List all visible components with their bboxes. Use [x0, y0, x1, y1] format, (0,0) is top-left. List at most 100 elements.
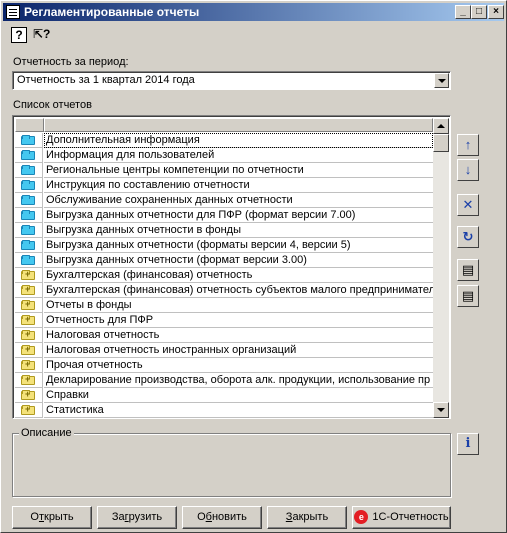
list-item[interactable]: Дополнительная информация — [15, 133, 433, 148]
row-icon-cell — [15, 283, 43, 298]
chevron-down-icon[interactable] — [434, 73, 449, 88]
list-item[interactable]: Налоговая отчетность иностранных организ… — [15, 343, 433, 358]
name-column-header[interactable] — [44, 118, 433, 132]
description-group: Описание — [12, 427, 451, 497]
list-item-label: Декларирование производства, оборота алк… — [44, 373, 433, 388]
list-item[interactable]: Выгрузка данных отчетности для ПФР (форм… — [15, 208, 433, 223]
row-icon-cell — [15, 343, 43, 358]
restore-button-2[interactable]: ▤ — [457, 285, 479, 307]
list-item-label: Отчеты в фонды — [44, 298, 433, 313]
delete-button[interactable]: ✕ — [457, 194, 479, 216]
load-button[interactable]: Загрузить — [97, 506, 177, 529]
list-item-label: Статистика — [44, 403, 433, 418]
list-item-label: Отчетность для ПФР — [44, 313, 433, 328]
row-icon-cell — [15, 223, 43, 238]
list-item[interactable]: Региональные центры компетенции по отчет… — [15, 163, 433, 178]
move-down-button[interactable]: ↓ — [457, 159, 479, 181]
folder-plus-icon — [21, 314, 35, 325]
help-icon[interactable]: ? — [11, 27, 27, 43]
load-label-post: рузить — [128, 511, 163, 523]
minimize-button[interactable]: _ — [455, 5, 471, 19]
list-item-label: Выгрузка данных отчетности (форматы верс… — [44, 238, 433, 253]
list-item[interactable]: Выгрузка данных отчетности в фонды — [15, 223, 433, 238]
list-item-label: Выгрузка данных отчетности для ПФР (форм… — [44, 208, 433, 223]
load-label-pre: За — [111, 511, 125, 523]
refresh-button[interactable]: ↻ — [457, 226, 479, 248]
row-icon-cell — [15, 238, 43, 253]
close-button[interactable]: × — [488, 5, 504, 19]
list-item[interactable]: Отчеты в фонды — [15, 298, 433, 313]
list-item-label: Информация для пользователей — [44, 148, 433, 163]
folder-icon — [21, 195, 35, 205]
reports-list[interactable]: Дополнительная информация Информация для … — [12, 115, 451, 419]
whats-this-icon[interactable]: ⇱? — [33, 27, 50, 43]
folder-plus-icon — [21, 359, 35, 370]
folder-plus-icon — [21, 404, 35, 415]
close-dialog-button[interactable]: Закрыть — [267, 506, 347, 529]
row-icon-cell — [15, 208, 43, 223]
list-item-label: Справки — [44, 388, 433, 403]
period-label: Отчетность за период: — [13, 56, 129, 68]
info-button[interactable]: i — [457, 433, 479, 455]
list-item[interactable]: Отчетность для ПФР — [15, 313, 433, 328]
report-app-icon — [6, 5, 20, 19]
list-item-label: Выгрузка данных отчетности в фонды — [44, 223, 433, 238]
list-item-label: Бухгалтерская (финансовая) отчетность — [44, 268, 433, 283]
reports-list-label: Список отчетов — [13, 99, 92, 111]
onec-reporting-label: 1С-Отчетность — [372, 511, 449, 523]
maximize-button[interactable]: □ — [471, 5, 487, 19]
report-window: Регламентированные отчеты _ □ × ? ⇱? Отч… — [0, 0, 507, 533]
list-item[interactable]: Инструкция по составлению отчетности — [15, 178, 433, 193]
row-icon-cell — [15, 328, 43, 343]
folder-plus-icon — [21, 374, 35, 385]
update-label-pre: О — [197, 511, 206, 523]
list-item[interactable]: Информация для пользователей — [15, 148, 433, 163]
list-item-label: Налоговая отчетность — [44, 328, 433, 343]
row-icon-cell — [15, 373, 43, 388]
row-icon-cell — [15, 358, 43, 373]
list-item[interactable]: Декларирование производства, оборота алк… — [15, 373, 433, 388]
list-item[interactable]: Выгрузка данных отчетности (форматы верс… — [15, 238, 433, 253]
row-icon-cell — [15, 298, 43, 313]
list-item[interactable]: Обслуживание сохраненных данных отчетнос… — [15, 193, 433, 208]
folder-icon — [21, 210, 35, 220]
list-item-label: Выгрузка данных отчетности (формат верси… — [44, 253, 433, 268]
list-item[interactable]: Бухгалтерская (финансовая) отчетность су… — [15, 283, 433, 298]
window-title: Регламентированные отчеты — [24, 5, 200, 19]
list-item-label: Налоговая отчетность иностранных организ… — [44, 343, 433, 358]
open-button[interactable]: Открыть — [12, 506, 92, 529]
move-up-button[interactable]: ↑ — [457, 134, 479, 156]
restore-button-1[interactable]: ▤ — [457, 259, 479, 281]
period-value: Отчетность за 1 квартал 2014 года — [17, 74, 195, 86]
row-icon-cell — [15, 178, 43, 193]
icon-column-header[interactable] — [15, 118, 44, 132]
update-button[interactable]: Обновить — [182, 506, 262, 529]
list-item[interactable]: Статистика — [15, 403, 433, 418]
period-select[interactable]: Отчетность за 1 квартал 2014 года — [12, 71, 451, 90]
row-icon-cell — [15, 148, 43, 163]
open-label-pre: О — [30, 511, 39, 523]
list-item[interactable]: Выгрузка данных отчетности (формат верси… — [15, 253, 433, 268]
description-label: Описание — [19, 427, 74, 439]
vertical-scrollbar[interactable] — [433, 118, 449, 418]
list-item-label: Региональные центры компетенции по отчет… — [44, 163, 433, 178]
folder-icon — [21, 240, 35, 250]
list-item-label: Дополнительная информация — [44, 133, 433, 148]
reports-rows: Дополнительная информация Информация для … — [15, 133, 433, 418]
folder-icon — [21, 165, 35, 175]
list-item[interactable]: Справки — [15, 388, 433, 403]
close-label-post: акрыть — [292, 511, 329, 523]
list-item[interactable]: Бухгалтерская (финансовая) отчетность — [15, 268, 433, 283]
folder-plus-icon — [21, 344, 35, 355]
folder-icon — [21, 135, 35, 145]
list-item[interactable]: Прочая отчетность — [15, 358, 433, 373]
title-bar[interactable]: Регламентированные отчеты _ □ × — [3, 3, 504, 21]
list-item[interactable]: Налоговая отчетность — [15, 328, 433, 343]
scroll-down-button[interactable] — [433, 402, 449, 418]
list-header — [15, 118, 433, 132]
open-label-post: крыть — [44, 511, 74, 523]
onec-reporting-button[interactable]: e 1С-Отчетность — [352, 506, 451, 529]
scroll-up-button[interactable] — [433, 118, 449, 134]
row-icon-cell — [15, 133, 43, 148]
scroll-thumb[interactable] — [433, 134, 449, 152]
